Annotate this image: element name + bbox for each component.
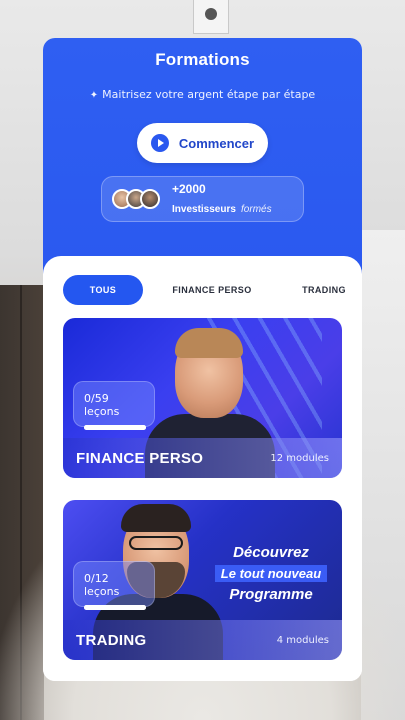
progress-count: 0/59: [84, 392, 109, 405]
instructor-glasses: [129, 536, 183, 550]
course-footer: FINANCE PERSO 12 modules: [63, 438, 342, 478]
investors-label: Investisseurs: [172, 203, 236, 215]
course-card-finance-perso[interactable]: 0/59 leçons FINANCE PERSO 12 modules: [63, 318, 342, 478]
investors-text: +2000 Investisseurs formés: [172, 182, 272, 217]
course-footer: TRADING 4 modules: [63, 620, 342, 660]
progress-label: 0/12 leçons: [84, 572, 144, 598]
course-modules: 4 modules: [276, 634, 329, 646]
promo-line-2: Le tout nouveau: [214, 565, 328, 582]
investors-count: +2000: [172, 181, 206, 196]
course-modules: 12 modules: [270, 452, 329, 464]
page-title: Formations: [155, 50, 250, 69]
progress-fill: [84, 425, 146, 430]
tab-trading[interactable]: TRADING: [289, 275, 359, 305]
course-card-trading[interactable]: Découvrez Le tout nouveau Programme 0/12…: [63, 500, 342, 660]
tab-tous[interactable]: TOUS: [63, 275, 143, 305]
page-subtitle: ✦ Maitrisez votre argent étape par étape: [43, 88, 362, 101]
avatar: [140, 189, 160, 209]
formations-app-card: Formations ✦ Maitrisez votre argent étape…: [43, 38, 362, 681]
course-name: TRADING: [76, 631, 147, 649]
promo-banner: Découvrez Le tout nouveau Programme: [211, 544, 331, 603]
sparkle-icon: ✦: [89, 90, 99, 101]
subtitle-text: Maitrisez votre argent étape par étape: [102, 88, 316, 101]
progress-bar: [84, 425, 146, 430]
start-button[interactable]: Commencer: [137, 123, 268, 163]
instructor-hair: [175, 328, 243, 358]
course-progress: 0/12 leçons: [73, 561, 155, 610]
category-tabs: TOUS FINANCE PERSO TRADING: [63, 275, 353, 305]
progress-bar: [84, 605, 146, 610]
promo-line-1: Découvrez: [233, 544, 309, 561]
instructor-hair: [121, 504, 191, 532]
start-button-label: Commencer: [178, 135, 255, 151]
investors-badge: +2000 Investisseurs formés: [101, 176, 304, 222]
tab-finance-perso[interactable]: FINANCE PERSO: [159, 275, 265, 305]
promo-line-3: Programme: [229, 586, 313, 603]
course-name: FINANCE PERSO: [76, 449, 204, 467]
investor-avatars: [112, 189, 160, 209]
progress-count: 0/12: [84, 572, 109, 585]
course-progress: 0/59 leçons: [73, 381, 155, 430]
progress-unit: leçons: [84, 585, 120, 598]
progress-label: 0/59 leçons: [84, 392, 144, 418]
content-sheet: TOUS FINANCE PERSO TRADING 0/59 leçons F…: [43, 256, 362, 681]
progress-unit: leçons: [84, 405, 120, 418]
play-icon: [150, 134, 169, 152]
investors-label-italic: formés: [241, 203, 272, 215]
progress-fill: [84, 605, 146, 610]
ceiling-lamp: [193, 0, 229, 34]
